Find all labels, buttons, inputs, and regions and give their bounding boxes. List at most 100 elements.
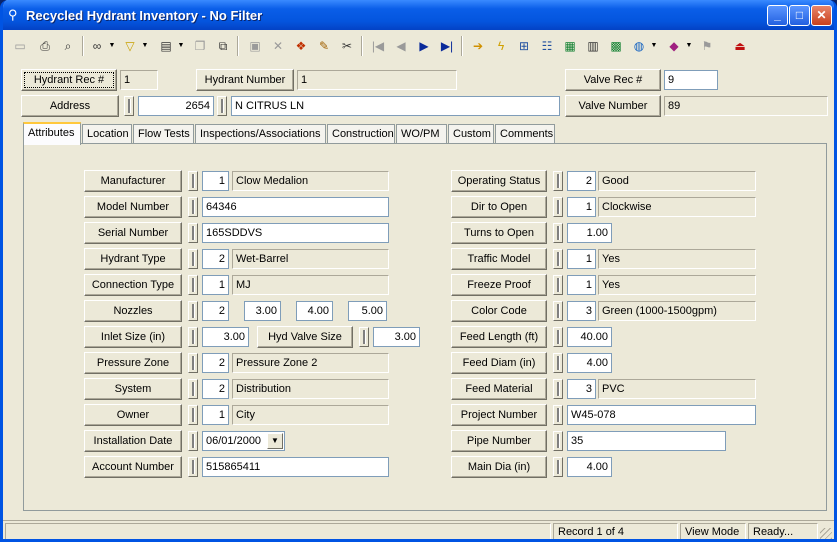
form-view-icon[interactable]: ⧉ — [212, 35, 234, 57]
drag-handle[interactable] — [359, 327, 369, 347]
tab-custom[interactable]: Custom — [448, 124, 494, 144]
serial-number-button[interactable]: Serial Number — [84, 222, 182, 244]
operating-status-code-field[interactable]: 2 — [567, 171, 596, 191]
minimize-button[interactable]: _ — [767, 5, 788, 26]
previous-record-icon[interactable]: ◀ — [390, 35, 412, 57]
tab-flow-tests[interactable]: Flow Tests — [133, 124, 194, 144]
next-record-icon[interactable]: ▶ — [413, 35, 435, 57]
tab-location[interactable]: Location — [82, 124, 132, 144]
valve-number-button[interactable]: Valve Number — [565, 95, 661, 117]
hyd-valve-size-button[interactable]: Hyd Valve Size — [257, 326, 353, 348]
hydrant-type-code-field[interactable]: 2 — [202, 249, 229, 269]
drag-handle[interactable] — [188, 379, 198, 399]
close-button[interactable]: ✕ — [811, 5, 832, 26]
hydrant-rec-button[interactable]: Hydrant Rec # — [21, 69, 117, 91]
system-button[interactable]: System — [84, 378, 182, 400]
drag-handle[interactable] — [188, 431, 198, 451]
resize-grip-icon[interactable] — [820, 528, 832, 539]
exit-icon[interactable]: ⏏ — [729, 35, 751, 57]
delete-icon[interactable]: ✕ — [267, 35, 289, 57]
copy-icon[interactable]: ❐ — [189, 35, 211, 57]
first-record-icon[interactable]: |◀ — [367, 35, 389, 57]
chevron-down-icon[interactable]: ▼ — [650, 35, 658, 57]
drag-handle[interactable] — [188, 171, 198, 191]
tab-inspections-associations[interactable]: Inspections/Associations — [195, 124, 326, 144]
address-street-field[interactable]: N CITRUS LN — [231, 96, 560, 116]
drag-handle[interactable] — [188, 223, 198, 243]
drag-handle[interactable] — [553, 353, 563, 373]
freeze-proof-button[interactable]: Freeze Proof — [451, 274, 547, 296]
manufacturer-button[interactable]: Manufacturer — [84, 170, 182, 192]
pressure-zone-code-field[interactable]: 2 — [202, 353, 229, 373]
address-number-field[interactable]: 2654 — [138, 96, 214, 116]
main-dia-field[interactable]: 4.00 — [567, 457, 612, 477]
address-button[interactable]: Address — [21, 95, 119, 117]
drag-handle[interactable] — [188, 249, 198, 269]
connection-type-code-field[interactable]: 1 — [202, 275, 229, 295]
chevron-down-icon[interactable]: ▼ — [177, 35, 185, 57]
pipe-number-field[interactable]: 35 — [567, 431, 726, 451]
owner-button[interactable]: Owner — [84, 404, 182, 426]
chevron-down-icon[interactable]: ▼ — [108, 35, 116, 57]
book-icon[interactable]: ◆ — [663, 35, 685, 57]
drag-handle[interactable] — [553, 405, 563, 425]
valve-rec-field[interactable]: 9 — [664, 70, 718, 90]
globe-icon[interactable]: ◍ — [628, 35, 650, 57]
drag-handle[interactable] — [553, 457, 563, 477]
map-icon[interactable]: ⊞ — [513, 35, 535, 57]
feed-diam-field[interactable]: 4.00 — [567, 353, 612, 373]
calculator-icon[interactable]: ▥ — [582, 35, 604, 57]
save-icon[interactable]: ▣ — [244, 35, 266, 57]
model-number-button[interactable]: Model Number — [84, 196, 182, 218]
system-code-field[interactable]: 2 — [202, 379, 229, 399]
tab-comments[interactable]: Comments — [495, 124, 555, 144]
drag-handle[interactable] — [188, 301, 198, 321]
maximize-button[interactable]: □ — [789, 5, 810, 26]
nozzle-3-size-field[interactable]: 5.00 — [348, 301, 387, 321]
valve-rec-button[interactable]: Valve Rec # — [565, 69, 661, 91]
hydrant-number-button[interactable]: Hydrant Number — [196, 69, 294, 91]
freeze-proof-code-field[interactable]: 1 — [567, 275, 596, 295]
edit-icon[interactable]: ✎ — [313, 35, 335, 57]
cut-icon[interactable]: ✂ — [336, 35, 358, 57]
drag-handle[interactable] — [188, 197, 198, 217]
nozzle-2-size-field[interactable]: 4.00 — [296, 301, 333, 321]
main-dia-button[interactable]: Main Dia (in) — [451, 456, 547, 478]
inlet-size-button[interactable]: Inlet Size (in) — [84, 326, 182, 348]
tab-attributes[interactable]: Attributes — [23, 122, 81, 145]
dir-to-open-code-field[interactable]: 1 — [567, 197, 596, 217]
tab-construction[interactable]: Construction — [327, 124, 395, 144]
lightning-icon[interactable]: ϟ — [490, 35, 512, 57]
feed-diam-button[interactable]: Feed Diam (in) — [451, 352, 547, 374]
drag-handle[interactable] — [188, 327, 198, 347]
tree-icon[interactable]: ☷ — [536, 35, 558, 57]
drag-handle[interactable] — [553, 327, 563, 347]
report-icon[interactable]: ▦ — [559, 35, 581, 57]
pressure-zone-button[interactable]: Pressure Zone — [84, 352, 182, 374]
binoculars-icon[interactable]: ∞ — [86, 35, 108, 57]
project-number-button[interactable]: Project Number — [451, 404, 547, 426]
drag-handle[interactable] — [553, 275, 563, 295]
feed-length-button[interactable]: Feed Length (ft) — [451, 326, 547, 348]
turns-to-open-field[interactable]: 1.00 — [567, 223, 612, 243]
color-code-button[interactable]: Color Code — [451, 300, 547, 322]
drag-handle[interactable] — [553, 197, 563, 217]
dir-to-open-button[interactable]: Dir to Open — [451, 196, 547, 218]
connection-type-button[interactable]: Connection Type — [84, 274, 182, 296]
drag-handle[interactable] — [188, 275, 198, 295]
color-code-code-field[interactable]: 3 — [567, 301, 596, 321]
form-icon[interactable]: ▤ — [155, 35, 177, 57]
nozzles-button[interactable]: Nozzles — [84, 300, 182, 322]
chevron-down-icon[interactable]: ▼ — [141, 35, 149, 57]
turns-to-open-button[interactable]: Turns to Open — [451, 222, 547, 244]
drag-handle[interactable] — [553, 301, 563, 321]
hydrant-type-button[interactable]: Hydrant Type — [84, 248, 182, 270]
drag-handle[interactable] — [553, 171, 563, 191]
installation-date-picker[interactable]: 06/01/2000 ▼ — [202, 431, 285, 451]
chevron-down-icon[interactable]: ▼ — [267, 433, 283, 449]
inlet-size-field[interactable]: 3.00 — [202, 327, 249, 347]
drag-handle[interactable] — [124, 96, 134, 116]
filter-icon[interactable]: ▽ — [119, 35, 141, 57]
operating-status-button[interactable]: Operating Status — [451, 170, 547, 192]
account-number-button[interactable]: Account Number — [84, 456, 182, 478]
